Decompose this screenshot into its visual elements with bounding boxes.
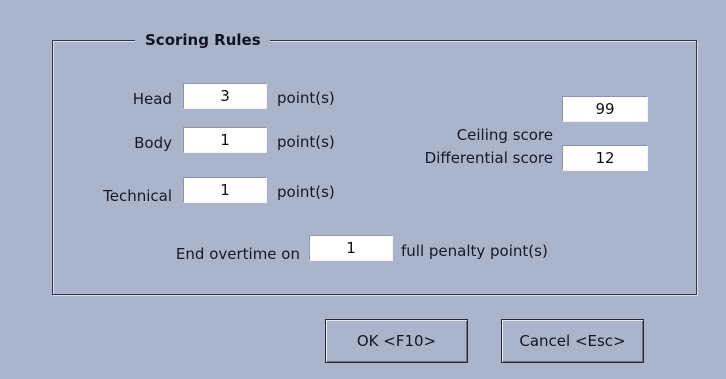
technical-points-input[interactable]	[183, 177, 267, 203]
overtime-unit-label: full penalty point(s)	[401, 242, 548, 260]
differential-score-input[interactable]	[562, 145, 648, 171]
body-points-input[interactable]	[183, 127, 267, 153]
ceiling-score-input[interactable]	[562, 96, 648, 122]
overtime-penalty-input[interactable]	[309, 235, 393, 261]
cancel-button[interactable]: Cancel <Esc>	[501, 319, 644, 363]
technical-label: Technical	[103, 187, 172, 205]
head-points-input[interactable]	[183, 83, 267, 109]
ok-button[interactable]: OK <F10>	[325, 319, 468, 363]
group-title: Scoring Rules	[135, 30, 270, 50]
end-overtime-label: End overtime on	[175, 245, 300, 263]
ceiling-score-label: Ceiling score	[456, 126, 553, 144]
technical-unit-label: point(s)	[277, 183, 335, 201]
differential-score-label: Differential score	[424, 149, 553, 167]
body-label: Body	[134, 134, 172, 152]
body-unit-label: point(s)	[277, 133, 335, 151]
head-label: Head	[132, 90, 172, 108]
scoring-rules-dialog: Scoring Rules Head point(s) Body point(s…	[0, 0, 726, 379]
head-unit-label: point(s)	[277, 89, 335, 107]
